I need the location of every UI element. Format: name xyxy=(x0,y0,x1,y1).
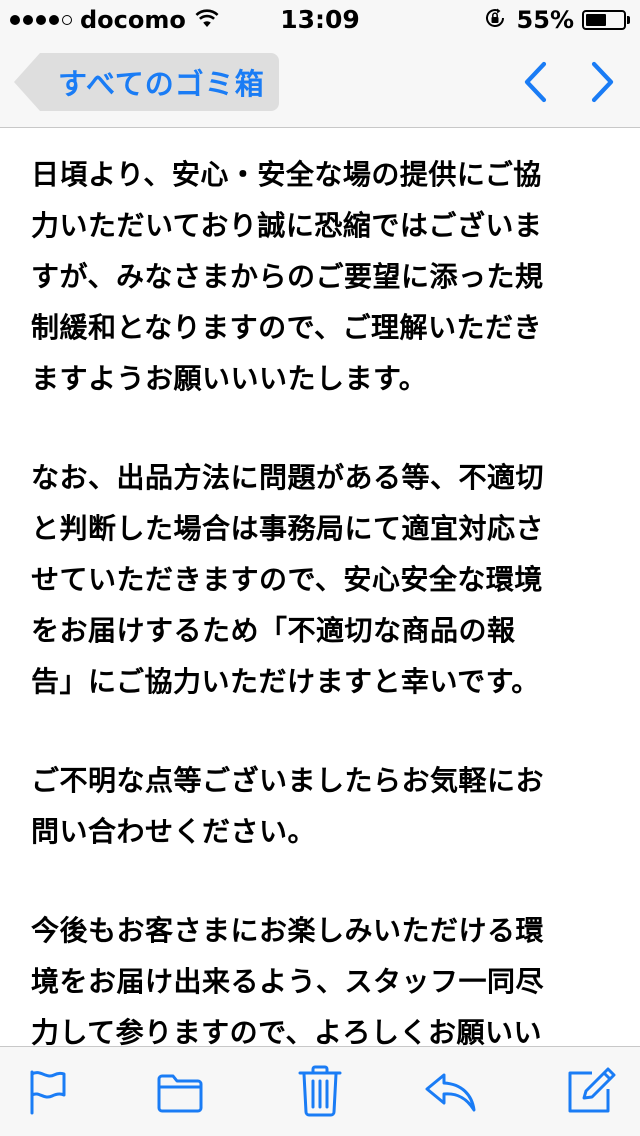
message-line: 力いただいており誠に恐縮ではございま xyxy=(31,209,543,242)
message-line: 問い合わせください。 xyxy=(31,815,317,848)
chevron-down-icon[interactable] xyxy=(590,60,616,104)
message-line: 境をお届け出来るよう、スタッフ一同尽 xyxy=(31,965,545,998)
battery-tip xyxy=(627,16,630,24)
flag-icon[interactable] xyxy=(28,1069,68,1119)
status-bar: docomo 13:09 55% xyxy=(0,0,640,40)
message-line: 力して参りますので、よろしくお願いい xyxy=(31,1016,543,1046)
chevron-up-icon[interactable] xyxy=(522,60,548,104)
battery-level xyxy=(586,14,606,26)
reply-icon[interactable] xyxy=(424,1071,478,1117)
message-line: 告」にご協力いただけますと幸いです。 xyxy=(31,665,540,698)
message-navigation xyxy=(522,60,616,104)
battery-icon xyxy=(582,10,626,30)
message-line: と判断した場合は事務局にて適宜対応さ xyxy=(31,512,545,545)
message-line: せていただきますので、安心安全な環境 xyxy=(31,563,543,596)
message-body[interactable]: 日頃より、安心・安全な場の提供にご協 力いただいており誠に恐縮ではございま すが、み… xyxy=(0,129,640,1046)
message-line: ご不明な点等ございましたらお気軽にお xyxy=(31,764,545,797)
message-line: 今後もお客さまにお楽しみいただける環 xyxy=(31,914,545,947)
trash-icon[interactable] xyxy=(298,1065,342,1121)
back-button-label[interactable]: すべてのゴミ箱 xyxy=(40,53,279,111)
message-line: なお、出品方法に問題がある等、不適切 xyxy=(31,461,545,494)
back-to-trash-button[interactable]: すべてのゴミ箱 xyxy=(14,53,279,111)
message-line: をお届けするため「不適切な商品の報 xyxy=(31,614,516,647)
back-arrow-shape xyxy=(14,53,40,111)
battery-percent: 55% xyxy=(516,6,574,34)
compose-icon[interactable] xyxy=(566,1067,616,1119)
message-line: すが、みなさまからのご要望に添った規 xyxy=(31,260,544,293)
message-line: ますようお願いいいたします。 xyxy=(31,362,428,395)
folder-icon[interactable] xyxy=(157,1073,203,1117)
message-text: 日頃より、安心・安全な場の提供にご協 力いただいており誠に恐縮ではございま すが、み… xyxy=(31,149,611,1046)
message-line: 日頃より、安心・安全な場の提供にご協 xyxy=(31,158,542,191)
message-line: 制緩和となりますので、ご理解いただき xyxy=(31,311,543,344)
navigation-bar: すべてのゴミ箱 xyxy=(0,40,640,128)
bottom-toolbar xyxy=(0,1046,640,1136)
rotation-lock-icon xyxy=(483,6,507,34)
status-right: 55% xyxy=(483,8,630,32)
